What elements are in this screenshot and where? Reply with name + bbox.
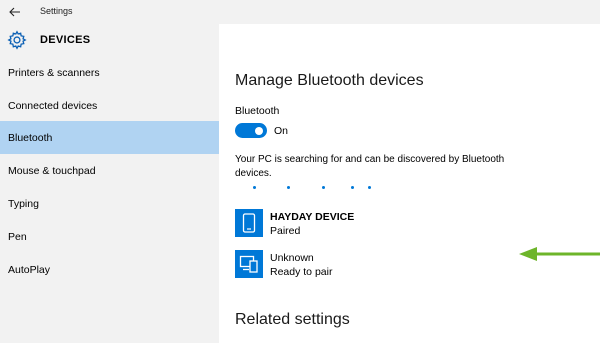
bluetooth-label: Bluetooth: [235, 105, 280, 117]
sidebar-item-bluetooth[interactable]: Bluetooth: [0, 121, 219, 154]
sidebar-item-label: Mouse & touchpad: [8, 164, 96, 177]
device-item-hayday[interactable]: HAYDAY DEVICE Paired: [235, 209, 555, 239]
bluetooth-toggle[interactable]: [235, 123, 267, 138]
sidebar-item-label: Printers & scanners: [8, 66, 100, 79]
sidebar-item-label: Bluetooth: [8, 131, 53, 144]
sidebar-item-typing[interactable]: Typing: [0, 187, 219, 220]
back-button[interactable]: [4, 2, 26, 22]
window-title: Settings: [40, 6, 73, 16]
back-arrow-icon: [9, 7, 20, 17]
devices-icon: [235, 250, 263, 278]
progress-dot: [351, 186, 354, 189]
gear-icon: [7, 30, 27, 50]
sidebar-item-mouse-touchpad[interactable]: Mouse & touchpad: [0, 154, 219, 187]
pointer-arrow-icon: [519, 247, 600, 261]
sidebar-item-label: Connected devices: [8, 99, 98, 112]
progress-dot: [253, 186, 256, 189]
device-name: HAYDAY DEVICE: [270, 211, 355, 223]
toggle-state-label: On: [274, 125, 289, 137]
sidebar-item-label: AutoPlay: [8, 263, 51, 276]
device-name: Unknown: [270, 252, 314, 264]
progress-dot: [287, 186, 290, 189]
related-settings-heading: Related settings: [235, 311, 350, 328]
sidebar: Printers & scanners Connected devices Bl…: [0, 56, 219, 343]
sidebar-item-label: Typing: [8, 197, 39, 210]
section-heading: Manage Bluetooth devices: [235, 72, 424, 89]
main-content: Manage Bluetooth devices Bluetooth On Yo…: [219, 24, 600, 343]
title-bar: Settings: [0, 0, 600, 24]
sidebar-item-printers-scanners[interactable]: Printers & scanners: [0, 56, 219, 89]
sidebar-item-connected-devices[interactable]: Connected devices: [0, 89, 219, 122]
sidebar-item-label: Pen: [8, 230, 27, 243]
device-status: Ready to pair: [270, 266, 333, 278]
toggle-knob: [255, 126, 263, 135]
searching-text: Your PC is searching for and can be disc…: [235, 154, 505, 179]
device-status: Paired: [270, 225, 301, 237]
page-title: DEVICES: [40, 34, 91, 46]
phone-icon: [235, 209, 263, 237]
sidebar-item-pen[interactable]: Pen: [0, 220, 219, 253]
sidebar-item-autoplay[interactable]: AutoPlay: [0, 253, 219, 286]
progress-dot: [368, 186, 371, 189]
progress-dot: [322, 186, 325, 189]
device-item-unknown[interactable]: Unknown Ready to pair: [235, 250, 555, 280]
